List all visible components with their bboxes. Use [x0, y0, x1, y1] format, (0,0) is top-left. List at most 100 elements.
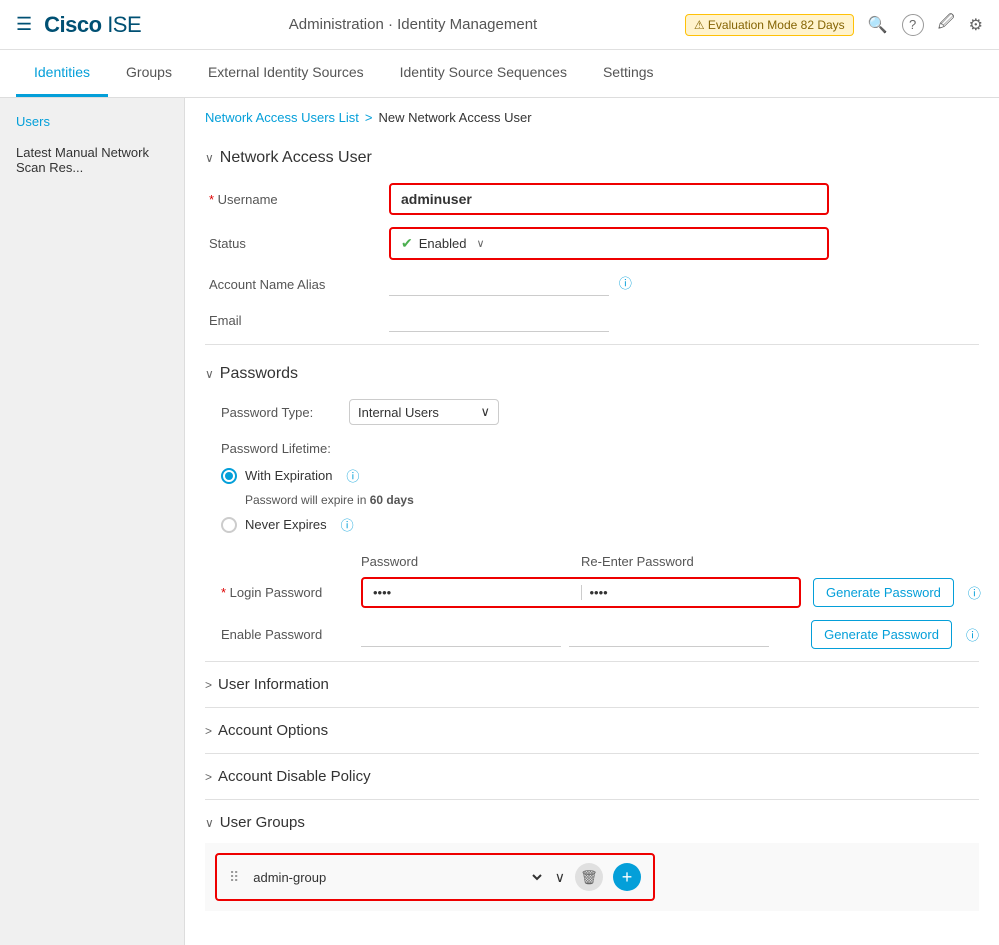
password-type-chevron: ∨ [480, 404, 490, 420]
plus-icon: + [622, 867, 633, 888]
login-password-input[interactable] [373, 585, 573, 600]
group-add-button[interactable]: + [613, 863, 641, 891]
enable-password-info-icon[interactable]: ⓘ [966, 625, 979, 644]
breadcrumb: Network Access Users List > New Network … [205, 110, 979, 125]
enable-reenter-input[interactable] [569, 623, 769, 647]
section-network-access-user: ∨ Network Access User [205, 141, 979, 167]
section-toggle-network-user[interactable]: ∨ [205, 151, 214, 165]
user-information-label: User Information [218, 676, 329, 693]
top-header: ☰ Cisco ISE Administration · Identity Ma… [0, 0, 999, 50]
enable-password-row: Enable Password Generate Password ⓘ [221, 620, 979, 649]
sidebar-item-users[interactable]: Users [0, 106, 184, 137]
radio-with-expiration-circle [221, 468, 237, 484]
section-toggle-passwords[interactable]: ∨ [205, 367, 214, 381]
nav-tabs: Identities Groups External Identity Sour… [0, 50, 999, 98]
status-field-wrapper: ✔ Enabled ∨ [389, 227, 829, 260]
expiry-note: Password will expire in 60 days [245, 493, 979, 507]
status-label: Status [209, 236, 389, 251]
status-checkbox-icon: ✔ [401, 235, 413, 252]
notifications-icon[interactable]: 🖉 [938, 11, 955, 38]
login-password-actions: Generate Password ⓘ [813, 578, 981, 607]
account-options-label: Account Options [218, 722, 328, 739]
generate-enable-password-button[interactable]: Generate Password [811, 620, 952, 649]
login-password-info-icon[interactable]: ⓘ [968, 583, 981, 602]
user-groups-content: ⠿ admin-group ∨ 🗑 + [205, 843, 979, 911]
account-options-toggle-icon: > [205, 724, 212, 738]
status-row: Status ✔ Enabled ∨ [205, 227, 979, 260]
email-input[interactable] [389, 308, 609, 332]
search-icon[interactable]: 🔍 [868, 15, 888, 35]
user-information-header[interactable]: > User Information [205, 676, 979, 693]
never-expires-info-icon[interactable]: ⓘ [341, 515, 354, 534]
section-title-passwords: Passwords [220, 365, 298, 383]
cisco-logo: Cisco ISE [44, 12, 141, 38]
password-type-value: Internal Users [358, 405, 439, 420]
login-password-label: Login Password [221, 585, 361, 600]
eval-badge: ⚠ Evaluation Mode 82 Days [685, 14, 854, 36]
account-alias-input[interactable] [389, 272, 609, 296]
password-type-select[interactable]: Internal Users ∨ [349, 399, 499, 425]
section-passwords: ∨ Passwords [205, 357, 979, 383]
settings-icon[interactable]: ⚙ [969, 15, 983, 35]
col-header-reenter: Re-Enter Password [581, 554, 801, 569]
password-type-row: Password Type: Internal Users ∨ [221, 399, 979, 425]
main-content: Network Access Users List > New Network … [185, 98, 999, 945]
status-value: Enabled [419, 236, 467, 251]
account-disable-toggle-icon: > [205, 770, 212, 784]
sidebar-item-network-scan[interactable]: Latest Manual Network Scan Res... [0, 137, 184, 183]
email-label: Email [209, 313, 389, 328]
user-groups-section: ∨ User Groups ⠿ admin-group ∨ 🗑 + [205, 799, 979, 925]
radio-never-expires-label: Never Expires [245, 517, 327, 532]
breadcrumb-separator: > [365, 110, 373, 125]
enable-password-actions: Generate Password ⓘ [811, 620, 979, 649]
account-alias-label: Account Name Alias [209, 277, 389, 292]
account-alias-row: Account Name Alias ⓘ [205, 272, 979, 296]
section-title-network-user: Network Access User [220, 149, 372, 167]
hamburger-icon[interactable]: ☰ [16, 14, 32, 35]
status-chevron-icon: ∨ [476, 237, 484, 250]
generate-login-password-button[interactable]: Generate Password [813, 578, 954, 607]
group-row: ⠿ admin-group ∨ 🗑 + [215, 853, 655, 901]
email-row: Email [205, 308, 979, 332]
account-options-header[interactable]: > Account Options [205, 722, 979, 739]
col-header-password: Password [361, 554, 581, 569]
with-expiration-info-icon[interactable]: ⓘ [346, 466, 359, 485]
breadcrumb-current: New Network Access User [378, 110, 531, 125]
sidebar: Users Latest Manual Network Scan Res... [0, 98, 185, 945]
pw-divider [581, 585, 582, 600]
account-alias-field: ⓘ [389, 272, 975, 296]
account-disable-section: > Account Disable Policy [205, 753, 979, 799]
user-information-toggle-icon: > [205, 678, 212, 692]
drag-handle-icon[interactable]: ⠿ [229, 869, 239, 886]
status-dropdown[interactable]: ✔ Enabled ∨ [389, 227, 829, 260]
header-right: ⚠ Evaluation Mode 82 Days 🔍 ? 🖉 ⚙ [685, 11, 983, 38]
tab-external-identity-sources[interactable]: External Identity Sources [190, 50, 382, 97]
header-left: ☰ Cisco ISE [16, 12, 141, 38]
password-columns-header: Password Re-Enter Password [221, 554, 979, 569]
email-field [389, 308, 975, 332]
help-icon[interactable]: ? [902, 14, 924, 36]
username-row: Username adminuser [205, 183, 979, 215]
account-alias-info-icon[interactable]: ⓘ [619, 276, 632, 291]
radio-never-expires[interactable]: Never Expires ⓘ [221, 515, 979, 534]
tab-identity-source-sequences[interactable]: Identity Source Sequences [382, 50, 585, 97]
radio-with-expiration[interactable]: With Expiration ⓘ [221, 466, 979, 485]
user-groups-header[interactable]: ∨ User Groups [205, 814, 979, 831]
radio-never-expires-circle [221, 517, 237, 533]
account-disable-header[interactable]: > Account Disable Policy [205, 768, 979, 785]
group-select[interactable]: admin-group [249, 869, 544, 886]
username-input[interactable]: adminuser [401, 191, 817, 207]
enable-password-input[interactable] [361, 623, 561, 647]
group-delete-button[interactable]: 🗑 [575, 863, 603, 891]
user-information-section: > User Information [205, 661, 979, 707]
tab-groups[interactable]: Groups [108, 50, 190, 97]
username-field-wrapper: adminuser [389, 183, 829, 215]
username-label: Username [209, 192, 389, 207]
tab-settings[interactable]: Settings [585, 50, 672, 97]
breadcrumb-link[interactable]: Network Access Users List [205, 110, 359, 125]
tab-identities[interactable]: Identities [16, 50, 108, 97]
login-reenter-input[interactable] [590, 585, 790, 600]
password-type-label: Password Type: [221, 405, 341, 420]
account-disable-label: Account Disable Policy [218, 768, 371, 785]
group-chevron-icon: ∨ [555, 869, 565, 886]
